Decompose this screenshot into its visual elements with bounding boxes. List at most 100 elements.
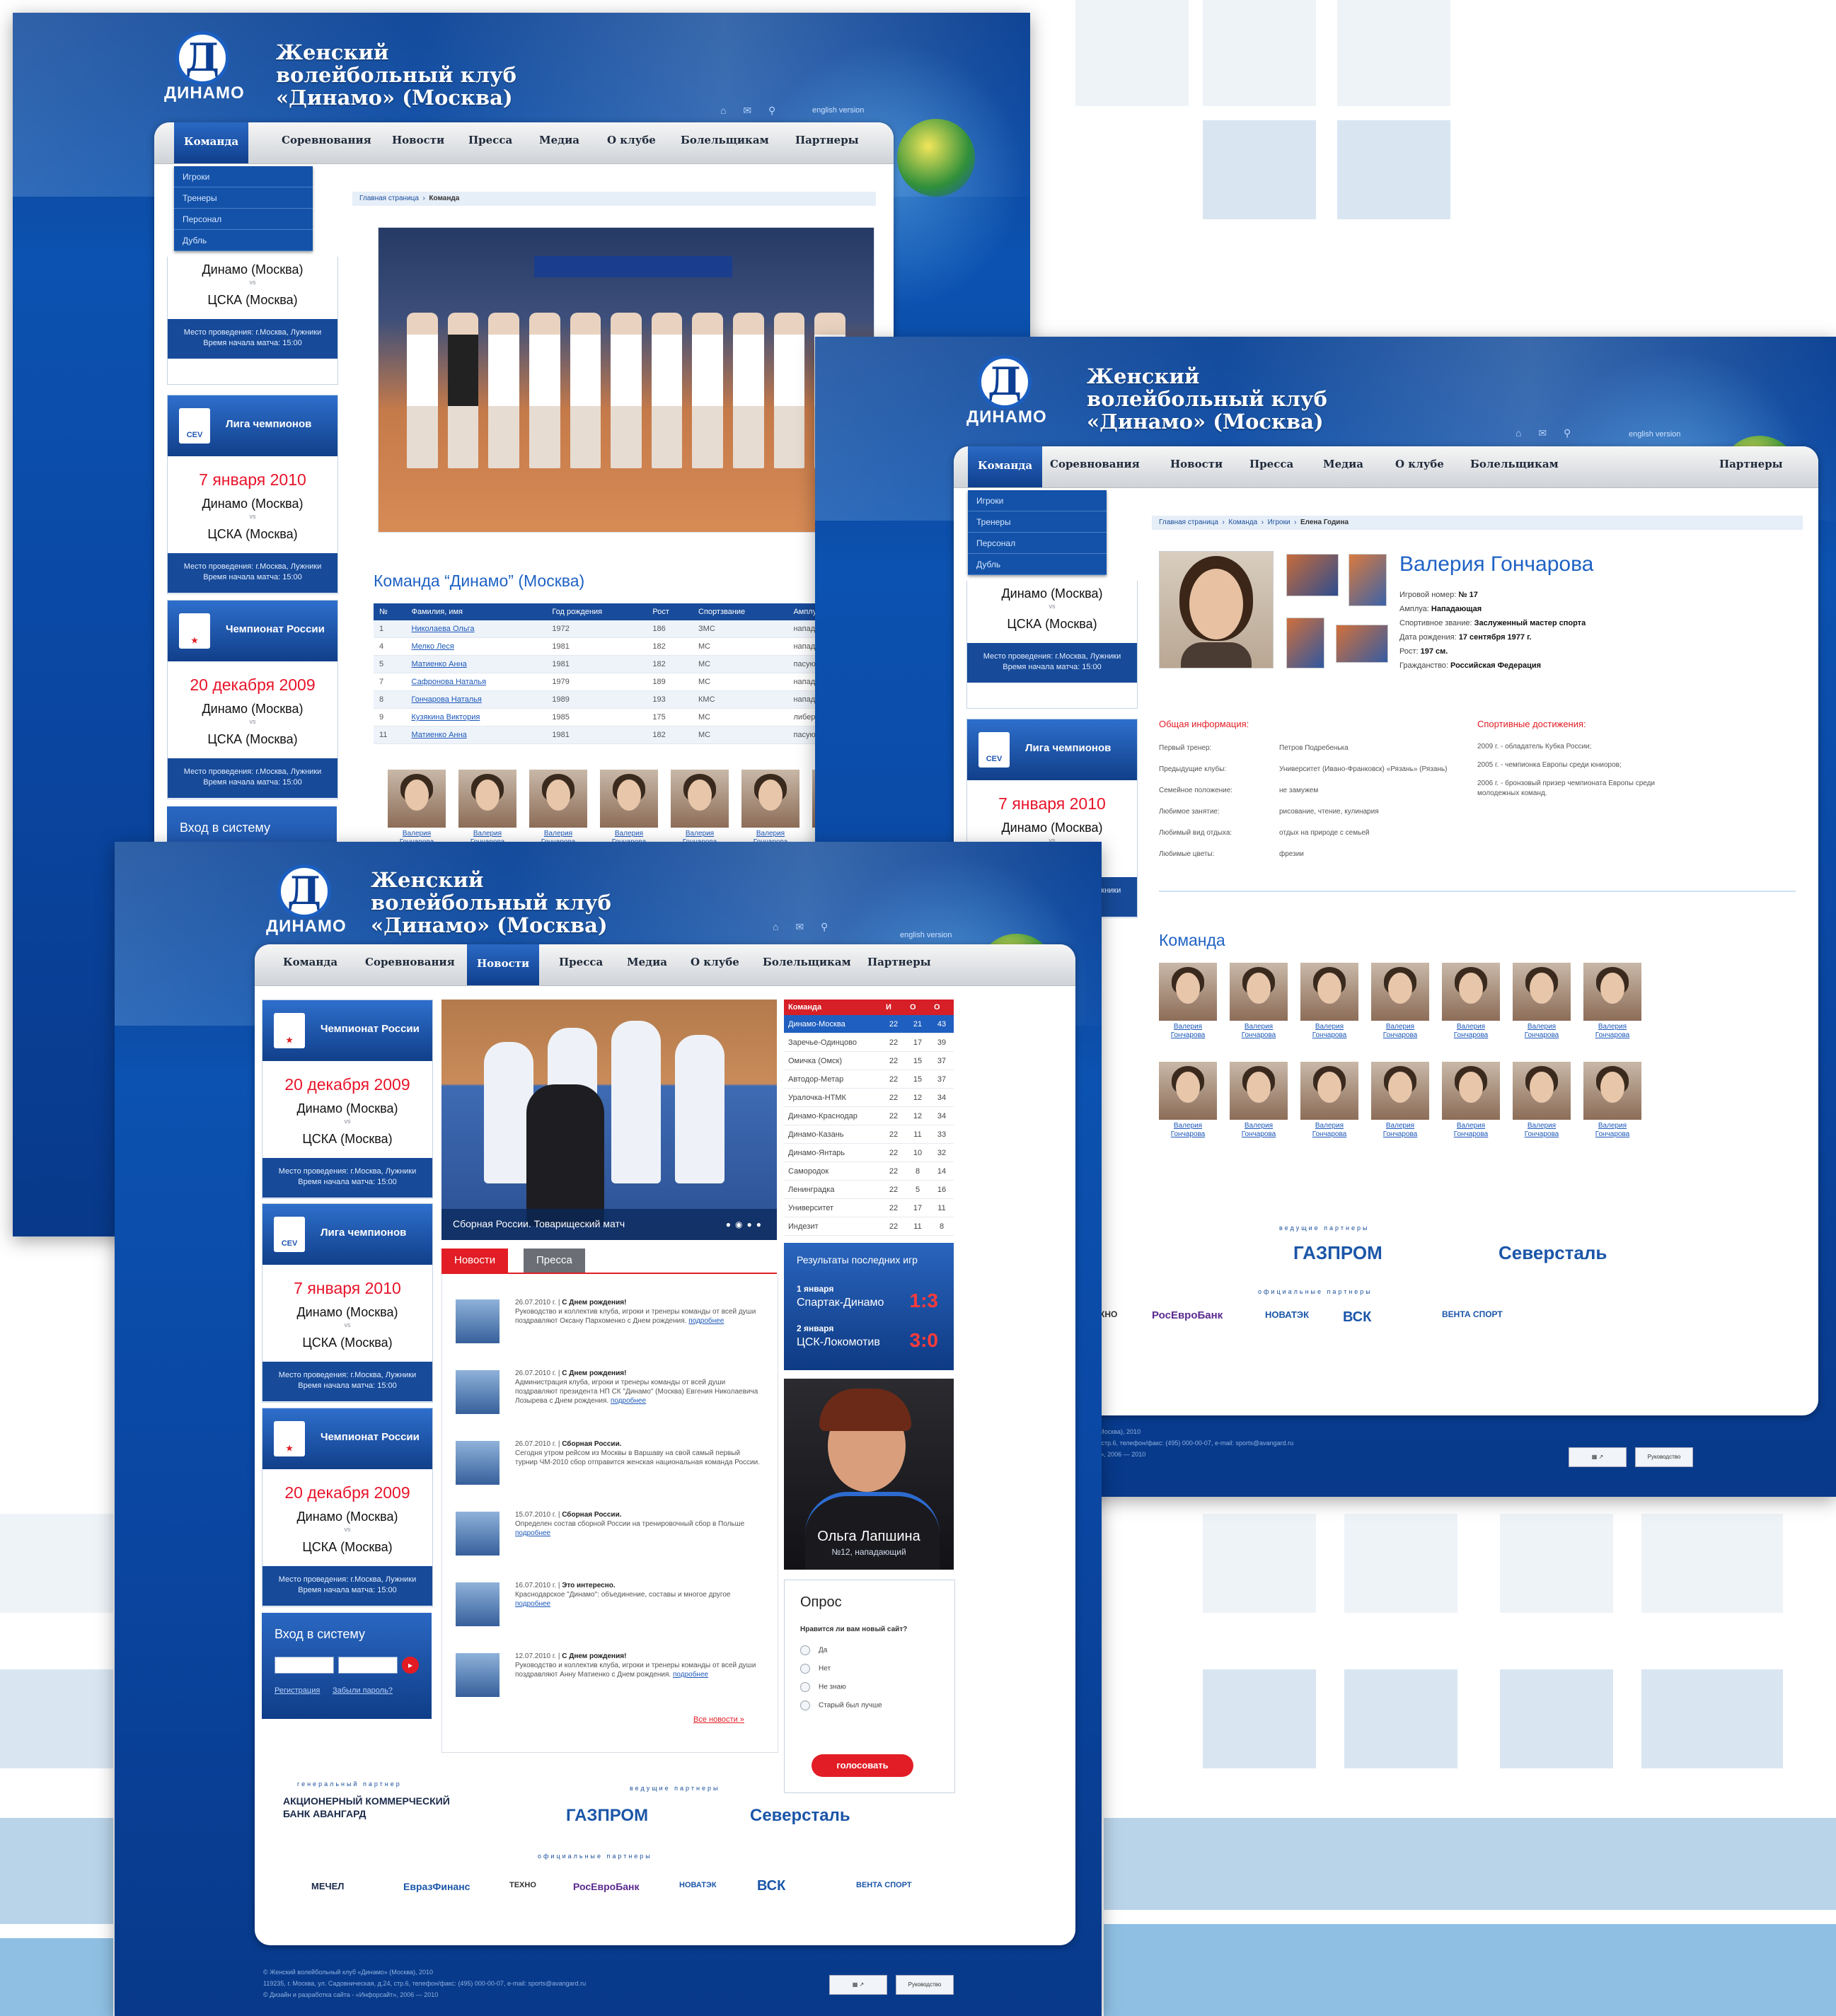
tab-press[interactable]: Пресса <box>524 1249 585 1273</box>
table-cell[interactable]: Матиенко Анна <box>405 655 547 673</box>
partner-techno[interactable]: ТЕХНО <box>509 1881 536 1889</box>
dropdown-players[interactable]: Игроки <box>174 166 313 187</box>
gallery-thumb[interactable] <box>1286 618 1324 668</box>
player-thumb[interactable]: Валерия Гончарова <box>1371 963 1429 1040</box>
standings-row[interactable]: Самородок 22 8 14 <box>784 1161 954 1181</box>
standings-row[interactable]: Динамо-Янтарь 22 10 32 <box>784 1143 954 1162</box>
player-thumb[interactable]: Валерия Гончарова <box>1230 1062 1288 1139</box>
partner-vsk[interactable]: ВСК <box>757 1878 785 1894</box>
club-logo[interactable]: Д ДИНАМО <box>256 860 355 938</box>
nav-partners[interactable]: Партнеры <box>795 134 859 146</box>
news-item[interactable]: 15.07.2010 г. | Сборная России. Определен… <box>456 1507 767 1578</box>
news-item[interactable]: 26.07.2010 г. | С Днем рождения! Руководс… <box>456 1295 767 1366</box>
player-thumb[interactable]: Валерия Гончарова <box>1159 963 1217 1040</box>
player-thumb[interactable]: Валерия Гончарова <box>1442 1062 1500 1139</box>
col-name[interactable]: Фамилия, имя <box>405 603 547 620</box>
table-row[interactable]: 9 Кузякина Виктория 1985 175 МС либеро <box>374 708 883 726</box>
partner-roseurobank[interactable]: РосЕвроБанк <box>1152 1309 1223 1321</box>
col-rank[interactable]: Спортзвание <box>693 603 788 620</box>
news-item[interactable]: 16.07.2010 г. | Это интересно. Краснодарс… <box>456 1578 767 1649</box>
slider-dots[interactable]: ●◉●● <box>726 1220 766 1229</box>
standings-row[interactable]: Динамо-Москва 22 21 43 <box>784 1015 954 1033</box>
nav-news[interactable]: Новости <box>392 134 444 146</box>
table-cell[interactable]: Николаева Ольга <box>405 620 547 638</box>
player-thumb-label[interactable]: Валерия Гончарова <box>1230 1023 1288 1040</box>
news-title[interactable]: Сборная России. <box>562 1440 621 1448</box>
player-thumb-label[interactable]: Валерия Гончарова <box>1371 1122 1429 1139</box>
login-password-field[interactable] <box>338 1657 398 1674</box>
dropdown-staff[interactable]: Персонал <box>968 533 1107 554</box>
partner-mechel[interactable]: МЕЧЕЛ <box>311 1881 344 1892</box>
breadcrumb-team[interactable]: Команда <box>1228 519 1257 526</box>
all-news-link[interactable]: Все новости » <box>693 1715 744 1724</box>
col-number[interactable]: № <box>374 603 406 620</box>
player-thumb-label[interactable]: Валерия Гончарова <box>1583 1023 1641 1040</box>
standings-row[interactable]: Омичка (Омск) 22 15 37 <box>784 1051 954 1070</box>
news-thumb[interactable] <box>456 1582 500 1626</box>
news-thumb[interactable] <box>456 1370 500 1414</box>
news-more-link[interactable]: подробнее <box>688 1317 724 1325</box>
nav-competitions[interactable]: Соревнования <box>282 134 371 146</box>
player-thumb-label[interactable]: Валерия Гончарова <box>1513 1122 1571 1139</box>
player-thumb[interactable]: Валерия Гончарова <box>1300 1062 1358 1139</box>
player-thumb[interactable]: Валерия Гончарова <box>1513 963 1571 1040</box>
player-thumb[interactable]: Валерия Гончарова <box>1230 963 1288 1040</box>
nav-about[interactable]: О клубе <box>1395 458 1444 470</box>
news-title[interactable]: С Днем рождения! <box>562 1299 626 1307</box>
news-title[interactable]: Сборная России. <box>562 1511 621 1519</box>
english-version-link[interactable]: english version <box>812 106 864 115</box>
featured-player[interactable]: Ольга Лапшина №12, нападающий <box>784 1379 954 1570</box>
table-row[interactable]: 11 Матиенко Анна 1981 182 МС пасующая <box>374 726 883 744</box>
dropdown-staff[interactable]: Персонал <box>174 209 313 230</box>
player-thumb-label[interactable]: Валерия Гончарова <box>1300 1023 1358 1040</box>
player-thumb[interactable]: Валерия Гончарова <box>671 770 729 847</box>
col-games[interactable]: И <box>882 1000 906 1015</box>
partner-gazprom[interactable]: ГАЗПРОМ <box>566 1806 648 1826</box>
footer-badges[interactable]: ▦ ↗ Руководство <box>829 1975 954 1995</box>
player-thumb[interactable]: Валерия Гончарова <box>529 770 587 847</box>
partner-novatek[interactable]: НОВАТЭК <box>1265 1309 1309 1320</box>
table-row[interactable]: 8Гончарова Наталья1989193КМСнападающая <box>374 690 883 709</box>
player-thumb[interactable]: Валерия Гончарова <box>600 770 658 847</box>
news-photo[interactable] <box>441 1000 777 1240</box>
forgot-password-link[interactable]: Забыли пароль? <box>333 1686 393 1695</box>
player-thumb-label[interactable]: Валерия Гончарова <box>1442 1023 1500 1040</box>
player-thumb-label[interactable]: Валерия Гончарова <box>1442 1122 1500 1139</box>
partner-novatek[interactable]: НОВАТЭК <box>679 1881 717 1889</box>
partner-gazprom[interactable]: ГАЗПРОМ <box>1293 1242 1382 1264</box>
club-logo[interactable]: Д ДИНАМО <box>154 27 253 105</box>
gallery-thumb[interactable] <box>1286 554 1339 596</box>
breadcrumb-players[interactable]: Игроки <box>1268 519 1291 526</box>
player-thumb[interactable]: Валерия Гончарова <box>388 770 446 847</box>
player-thumb[interactable]: Валерия Гончарова <box>1300 963 1358 1040</box>
col-points-a[interactable]: О <box>906 1000 930 1015</box>
standings-row[interactable]: Динамо-Краснодар 22 12 34 <box>784 1106 954 1125</box>
poll-option[interactable]: Не знаю <box>800 1682 846 1692</box>
partner-severstal[interactable]: Северсталь <box>1499 1242 1607 1264</box>
table-row[interactable]: 7Сафронова Наталья1979189МСнападающая <box>374 673 883 691</box>
nav-media[interactable]: Медиа <box>627 956 667 968</box>
nav-fans[interactable]: Болельщикам <box>763 956 851 968</box>
breadcrumb-home[interactable]: Главная страница <box>359 195 419 202</box>
player-thumb[interactable]: Валерия Гончарова <box>1583 1062 1641 1139</box>
vote-button[interactable]: голосовать <box>812 1754 913 1777</box>
utility-icons[interactable]: ⌂ ✉ ⚲ <box>720 105 783 117</box>
nav-media[interactable]: Медиа <box>539 134 579 146</box>
login-submit-button[interactable]: ▸ <box>402 1657 419 1674</box>
nav-team[interactable]: Команда <box>283 956 337 968</box>
poll-option[interactable]: Нет <box>800 1664 831 1674</box>
dropdown-players[interactable]: Игроки <box>968 490 1107 511</box>
table-cell[interactable]: Гончарова Наталья <box>405 690 547 709</box>
partner-vsk[interactable]: ВСК <box>1343 1309 1371 1326</box>
nav-about[interactable]: О клубе <box>691 956 739 968</box>
result-match[interactable]: Спартак-Динамо <box>797 1297 884 1309</box>
result-match[interactable]: ЦСК-Локомотив <box>797 1336 880 1349</box>
news-title[interactable]: Это интересно. <box>562 1582 615 1589</box>
news-thumb[interactable] <box>456 1512 500 1556</box>
player-thumb[interactable]: Валерия Гончарова <box>1442 963 1500 1040</box>
col-height[interactable]: Рост <box>647 603 693 620</box>
player-thumb[interactable]: Валерия Гончарова <box>458 770 516 847</box>
nav-team[interactable]: Команда <box>968 446 1043 487</box>
standings-row[interactable]: Университет 22 17 11 <box>784 1198 954 1217</box>
player-thumb[interactable]: Валерия Гончарова <box>1371 1062 1429 1139</box>
